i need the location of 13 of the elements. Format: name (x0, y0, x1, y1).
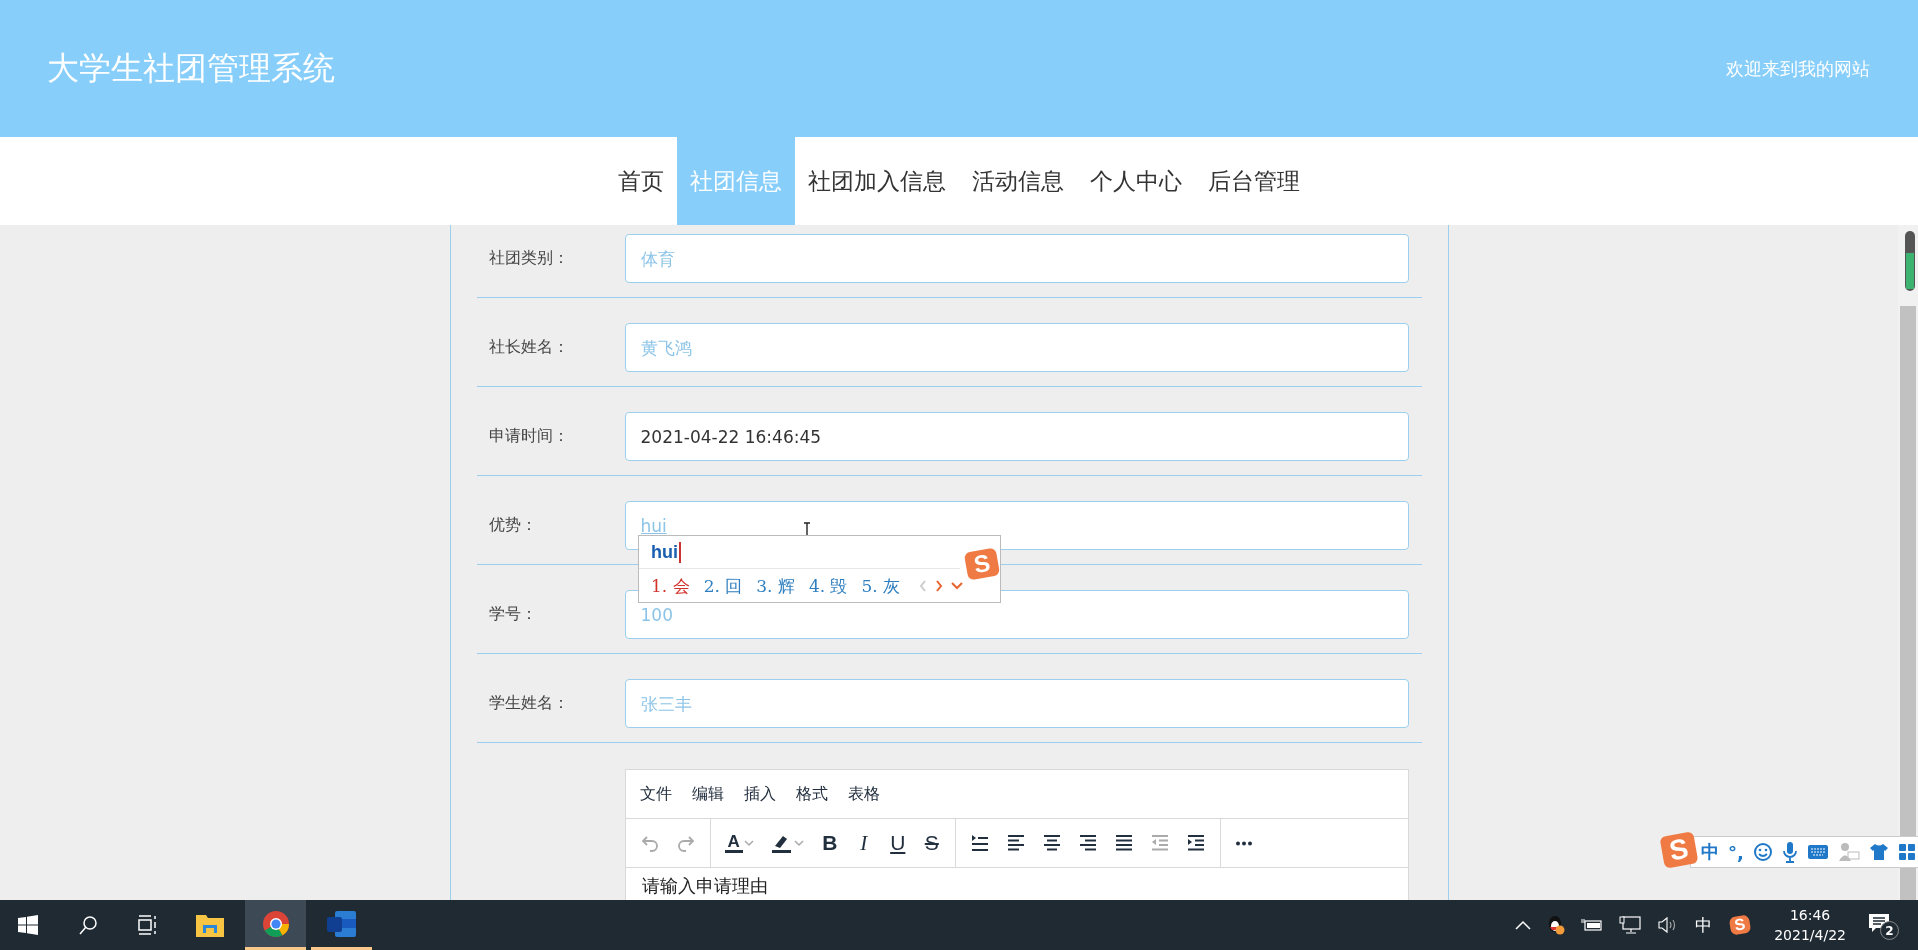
field-label: 社长姓名： (488, 337, 570, 358)
field-label: 申请时间： (488, 426, 570, 447)
field-label: 学号： (488, 604, 538, 625)
field-label: 社团类别： (488, 248, 570, 269)
clock-time: 16:46 (1789, 906, 1831, 925)
ime-composition: hui (651, 541, 681, 563)
clock-date: 2021/4/22 (1774, 926, 1846, 945)
welcome-text: 欢迎来到我的网站 (1726, 56, 1870, 81)
site-title: 大学生社团管理系统 (47, 47, 335, 89)
notification-count: 2 (1880, 921, 1899, 940)
ime-logo: S (963, 547, 1001, 581)
field-label: 学生姓名： (488, 693, 570, 714)
field-label: 优势： (488, 515, 538, 536)
